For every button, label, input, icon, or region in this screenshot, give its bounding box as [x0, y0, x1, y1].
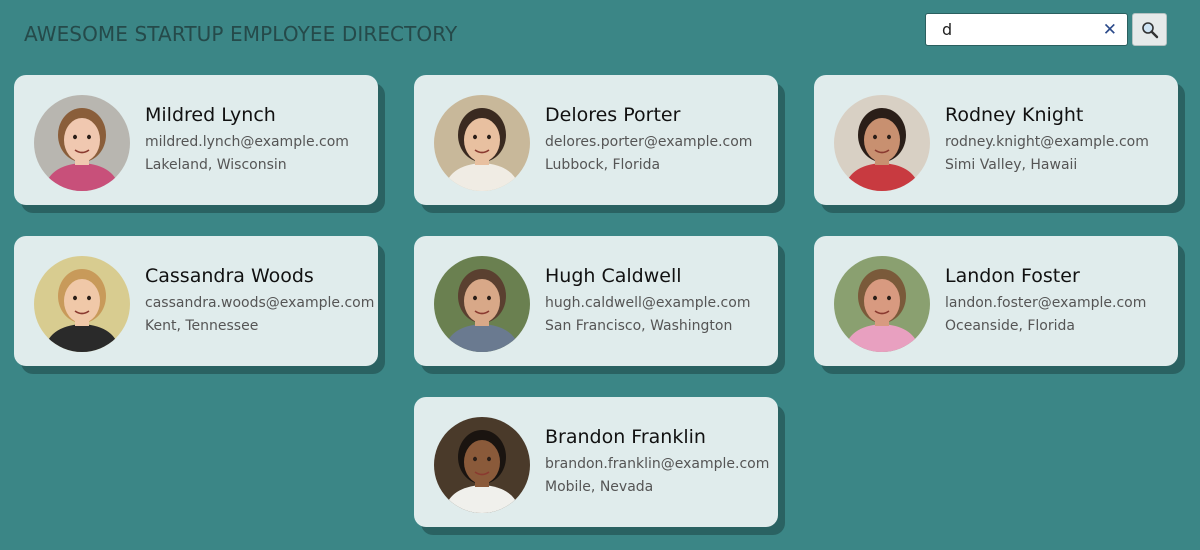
employee-email: hugh.caldwell@example.com: [545, 295, 751, 311]
avatar-portrait: [34, 95, 130, 191]
employee-card[interactable]: Delores Porter delores.porter@example.co…: [414, 75, 778, 205]
employee-email: brandon.franklin@example.com: [545, 456, 770, 472]
avatar: [34, 95, 130, 191]
employee-name: Cassandra Woods: [145, 265, 314, 287]
avatar-portrait: [434, 256, 530, 352]
employee-name: Hugh Caldwell: [545, 265, 682, 287]
avatar-eye: [887, 134, 891, 140]
search-input[interactable]: [926, 14, 1091, 45]
avatar-face: [64, 279, 100, 323]
avatar: [834, 95, 930, 191]
avatar-eye: [487, 295, 491, 301]
search-button[interactable]: [1132, 13, 1167, 46]
avatar-eye: [873, 134, 877, 140]
employee-location: Lubbock, Florida: [545, 157, 661, 173]
page-title: AWESOME STARTUP EMPLOYEE DIRECTORY: [24, 22, 458, 46]
employee-card[interactable]: Landon Foster landon.foster@example.com …: [814, 236, 1178, 366]
avatar-face: [864, 279, 900, 323]
avatar-eye: [87, 134, 91, 140]
avatar-eye: [473, 134, 477, 140]
avatar-eye: [487, 456, 491, 462]
employee-location: Oceanside, Florida: [945, 318, 1075, 334]
employee-name: Brandon Franklin: [545, 426, 706, 448]
avatar-eye: [487, 134, 491, 140]
employee-email: landon.foster@example.com: [945, 295, 1147, 311]
avatar: [34, 256, 130, 352]
search-bar: ✕: [925, 13, 1167, 46]
avatar-face: [464, 440, 500, 484]
avatar-eye: [73, 295, 77, 301]
avatar: [434, 256, 530, 352]
avatar-portrait: [434, 417, 530, 513]
avatar-face: [464, 118, 500, 162]
avatar: [434, 417, 530, 513]
employee-name: Mildred Lynch: [145, 104, 276, 126]
avatar: [834, 256, 930, 352]
employee-card[interactable]: Cassandra Woods cassandra.woods@example.…: [14, 236, 378, 366]
avatar-eye: [873, 295, 877, 301]
search-icon: [1141, 21, 1158, 38]
close-icon[interactable]: ✕: [1103, 20, 1117, 40]
employee-email: rodney.knight@example.com: [945, 134, 1149, 150]
employee-card[interactable]: Hugh Caldwell hugh.caldwell@example.com …: [414, 236, 778, 366]
employee-location: Simi Valley, Hawaii: [945, 157, 1078, 173]
employee-email: mildred.lynch@example.com: [145, 134, 349, 150]
avatar-eye: [73, 134, 77, 140]
avatar-face: [64, 118, 100, 162]
employee-email: delores.porter@example.com: [545, 134, 753, 150]
avatar-portrait: [434, 95, 530, 191]
employee-name: Rodney Knight: [945, 104, 1084, 126]
avatar: [434, 95, 530, 191]
employee-email: cassandra.woods@example.com: [145, 295, 375, 311]
avatar-eye: [887, 295, 891, 301]
avatar-portrait: [834, 256, 930, 352]
avatar-eye: [87, 295, 91, 301]
avatar-portrait: [34, 256, 130, 352]
employee-card[interactable]: Rodney Knight rodney.knight@example.com …: [814, 75, 1178, 205]
avatar-portrait: [834, 95, 930, 191]
avatar-face: [864, 118, 900, 162]
employee-location: Lakeland, Wisconsin: [145, 157, 287, 173]
employee-location: San Francisco, Washington: [545, 318, 733, 334]
employee-card[interactable]: Mildred Lynch mildred.lynch@example.com …: [14, 75, 378, 205]
employee-location: Kent, Tennessee: [145, 318, 259, 334]
search-field: ✕: [925, 13, 1128, 46]
avatar-face: [464, 279, 500, 323]
avatar-eye: [473, 295, 477, 301]
employee-name: Delores Porter: [545, 104, 681, 126]
employee-card[interactable]: Brandon Franklin brandon.franklin@exampl…: [414, 397, 778, 527]
employee-location: Mobile, Nevada: [545, 479, 654, 495]
employee-name: Landon Foster: [945, 265, 1080, 287]
avatar-eye: [473, 456, 477, 462]
